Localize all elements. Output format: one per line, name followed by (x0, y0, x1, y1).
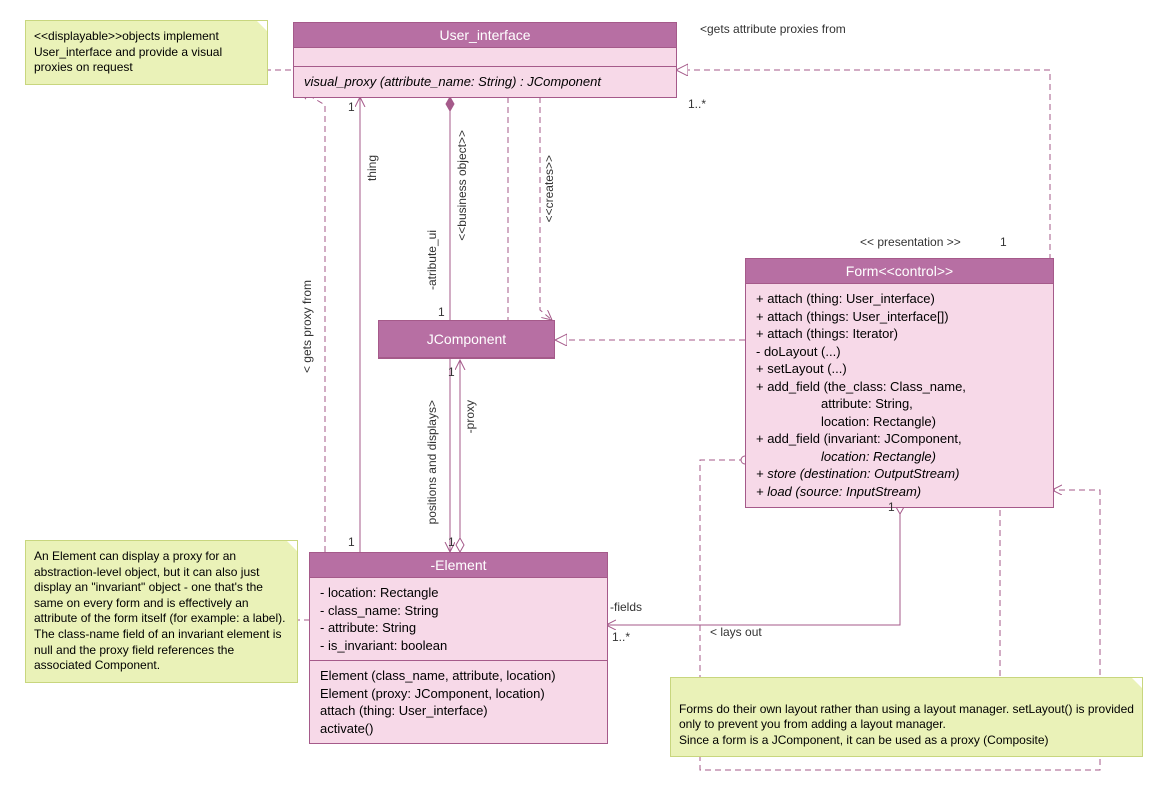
class-title: Form<<control>> (746, 259, 1053, 284)
class-methods: Element (class_name, attribute, location… (310, 661, 607, 743)
mult: 1 (448, 535, 455, 549)
note-text: Forms do their own layout rather than us… (679, 702, 1134, 747)
attr: - attribute: String (320, 619, 597, 637)
class-user-interface: User_interface visual_proxy (attribute_n… (293, 22, 677, 98)
mult: 1 (888, 500, 895, 514)
class-title: JComponent (379, 321, 554, 358)
method: + attach (thing: User_interface) (756, 290, 1043, 308)
method: + add_field (invariant: JComponent, (756, 430, 1043, 448)
attr: - is_invariant: boolean (320, 637, 597, 655)
method: + store (destination: OutputStream) (756, 465, 1043, 483)
mult: 1 (1000, 235, 1007, 249)
mult: 1..* (612, 630, 630, 644)
method: activate() (320, 720, 597, 738)
note-text: <<displayable>>objects implement User_in… (34, 29, 222, 74)
class-jcomponent: JComponent (378, 320, 555, 359)
method: Element (proxy: JComponent, location) (320, 685, 597, 703)
mult: 1 (448, 365, 455, 379)
label-gets-attr-proxies: <gets attribute proxies from (700, 22, 846, 36)
class-attrs-empty (294, 48, 676, 67)
class-methods: + attach (thing: User_interface) + attac… (746, 284, 1053, 507)
note-element: An Element can display a proxy for an ab… (25, 540, 298, 683)
label-business-object: <<business object>> (455, 130, 469, 241)
class-form: Form<<control>> + attach (thing: User_in… (745, 258, 1054, 508)
mult: 1 (438, 305, 445, 319)
label-creates: <<creates>> (542, 155, 556, 222)
mult: 1 (348, 100, 355, 114)
method: + attach (things: User_interface[]) (756, 308, 1043, 326)
class-method: visual_proxy (attribute_name: String) : … (294, 67, 676, 97)
method: + add_field (the_class: Class_name, (756, 378, 1043, 396)
note-form: Forms do their own layout rather than us… (670, 677, 1143, 757)
method: attach (thing: User_interface) (320, 702, 597, 720)
method: attribute: String, (756, 395, 1043, 413)
method: + load (source: InputStream) (756, 483, 1043, 501)
label-thing: thing (365, 155, 379, 181)
mult: 1..* (688, 97, 706, 111)
class-element: -Element - location: Rectangle - class_n… (309, 552, 608, 744)
label-positions-displays: positions and displays> (425, 400, 439, 524)
attr: - location: Rectangle (320, 584, 597, 602)
method: location: Rectangle) (756, 448, 1043, 466)
class-title: User_interface (294, 23, 676, 48)
mult: 1 (348, 535, 355, 549)
label-atribute-ui: -atribute_ui (425, 230, 439, 290)
method: + setLayout (...) (756, 360, 1043, 378)
class-attrs: - location: Rectangle - class_name: Stri… (310, 578, 607, 661)
label-gets-proxy-from: < gets proxy from (300, 280, 314, 373)
note-text: An Element can display a proxy for an ab… (34, 549, 285, 672)
attr: - class_name: String (320, 602, 597, 620)
method: - doLayout (...) (756, 343, 1043, 361)
note-displayable: <<displayable>>objects implement User_in… (25, 20, 268, 85)
label-proxy: -proxy (463, 400, 477, 433)
method: location: Rectangle) (756, 413, 1043, 431)
class-title: -Element (310, 553, 607, 578)
label-fields: -fields (610, 600, 642, 614)
label-presentation: << presentation >> (860, 235, 961, 249)
method: Element (class_name, attribute, location… (320, 667, 597, 685)
label-lays-out: < lays out (710, 625, 762, 639)
method: + attach (things: Iterator) (756, 325, 1043, 343)
